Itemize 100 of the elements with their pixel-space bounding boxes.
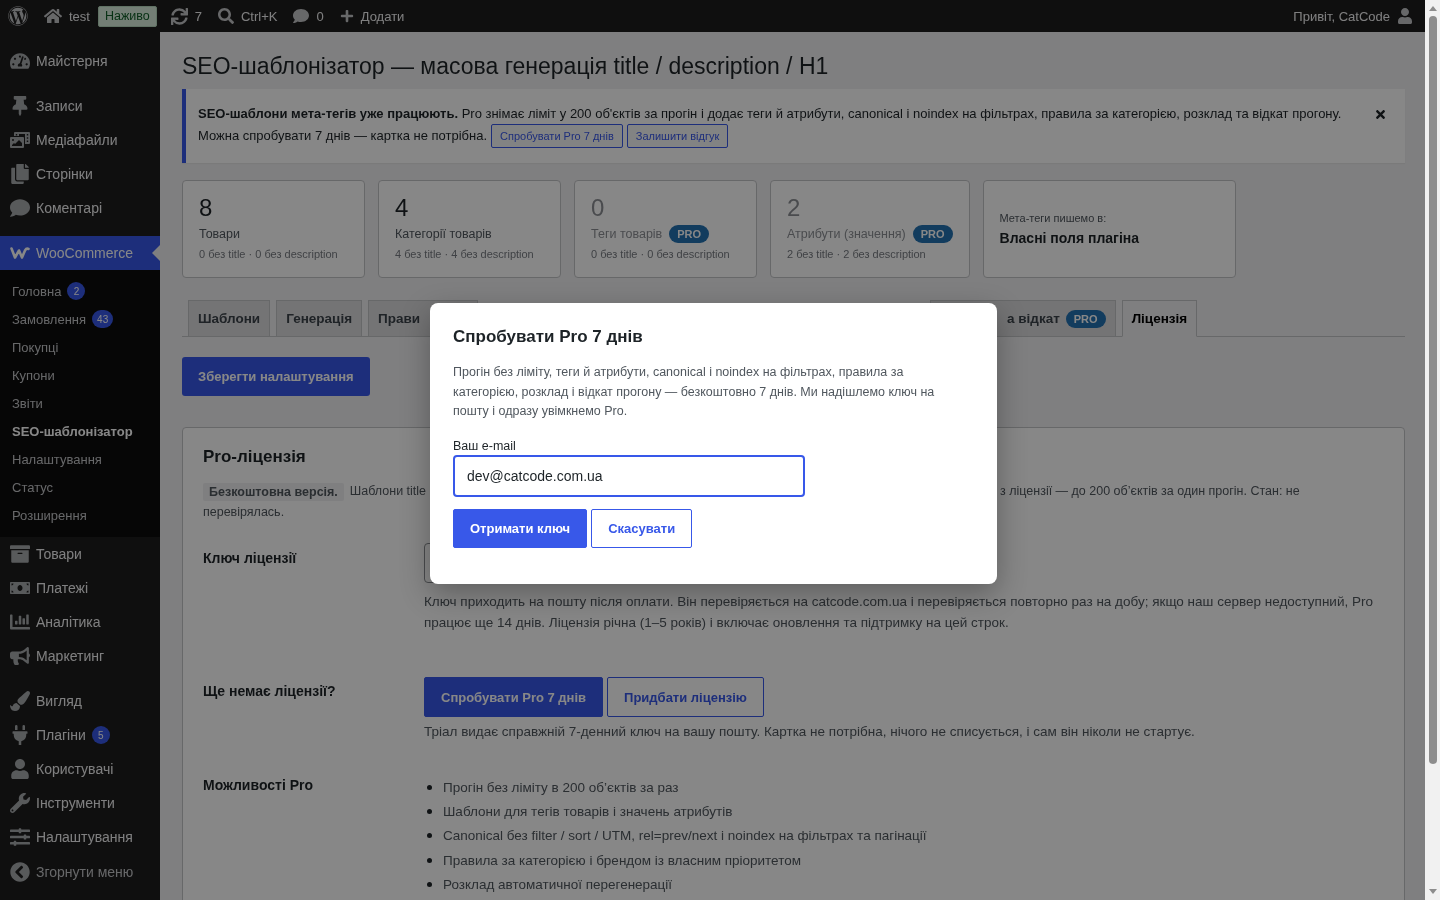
menu-item[interactable]: Інструменти xyxy=(0,786,160,820)
status-text: з ліцензії — до 200 об’єктів за один прогін. Стан: не xyxy=(1000,483,1300,500)
speech-bubble-icon xyxy=(10,198,30,218)
user-icon xyxy=(10,759,30,779)
feature-text: Canonical без filter / sort / UTM, rel=prev/next і noindex на фільтрах та пагінації xyxy=(443,828,927,844)
wrench-icon xyxy=(10,793,30,813)
storage-label: Мета-теги пишемо в: xyxy=(999,212,1107,224)
card-title: Pro-ліцензія xyxy=(203,446,306,468)
menu-item[interactable]: Записи xyxy=(0,89,160,123)
bullet-icon xyxy=(427,833,432,839)
help-text: Ключ приходить на пошту після оплати. Він перевіряється на catcode.com.ua і перевіряється повторно раз на добу; якщо наш сервер недоступний, Pro працює ще 14 днів. Ліцензія річна (1–5 років) і включає оновлення та підтримку на цей строк. xyxy=(424,593,1374,632)
menu-item[interactable]: WooCommerce xyxy=(0,236,160,270)
pro-badge: PRO xyxy=(1065,309,1106,328)
stat-value: 8 xyxy=(199,193,213,223)
plus-icon xyxy=(339,9,354,23)
refresh-icon xyxy=(170,7,188,25)
submenu-item[interactable]: Покупці xyxy=(0,333,160,361)
menu-item[interactable]: Користувачі xyxy=(0,752,160,786)
submenu-item[interactable]: Замовлення 43 xyxy=(0,305,160,333)
notice-hint: Можна спробувати 7 днів — картка не потрібна. xyxy=(198,127,488,145)
save-settings-button[interactable]: Зберегти налаштування xyxy=(182,357,370,396)
submenu-item[interactable]: Головна 2 xyxy=(0,277,160,305)
menu-item[interactable]: Налаштування xyxy=(0,820,160,854)
submenu-item[interactable]: SEO-шаблонізатор xyxy=(0,417,160,445)
feature-text: Розклад автоматичної перегенерації xyxy=(443,876,673,892)
caret-up-icon[interactable] xyxy=(1428,6,1437,11)
feature-text: Шаблони для тегів товарів і значень атрибутів xyxy=(443,803,733,819)
collapse-menu-button[interactable]: Згорнути меню xyxy=(0,855,160,889)
stat-detail: 0 без title · 0 без description xyxy=(591,247,730,262)
close-icon xyxy=(1374,108,1387,121)
page-title: SEO-шаблонізатор — масова генерація title / description / H1 xyxy=(182,52,829,81)
speech-bubble-icon xyxy=(293,8,310,24)
caret-down-icon[interactable] xyxy=(1428,889,1437,894)
close-button[interactable] xyxy=(1374,108,1387,121)
submenu-item[interactable]: Звіти xyxy=(0,389,160,417)
try-pro-button[interactable]: Спробувати Pro 7 днів xyxy=(491,124,623,148)
menu-item[interactable]: Платежі xyxy=(0,571,160,605)
search-icon xyxy=(218,8,234,24)
submenu-item[interactable]: Розширення xyxy=(0,501,160,529)
comments-link[interactable]: 0 xyxy=(285,0,332,32)
stat-detail: 0 без title · 0 без description xyxy=(199,247,338,262)
submenu-item[interactable]: Статус xyxy=(0,473,160,501)
add-new-link[interactable]: Додати xyxy=(331,0,413,32)
logo-icon xyxy=(8,6,28,26)
tab[interactable]: Шаблони xyxy=(188,300,271,337)
try-pro-button[interactable]: Спробувати Pro 7 днів xyxy=(424,677,604,717)
bullet-icon xyxy=(427,881,432,887)
feedback-button[interactable]: Залишити відгук xyxy=(626,124,729,148)
submenu-item[interactable]: Налаштування xyxy=(0,445,160,473)
status-text: перевірялась. xyxy=(203,504,285,521)
stat-label: Товари xyxy=(199,227,240,241)
menu-item[interactable]: Плагіни 5 xyxy=(0,718,160,752)
menu-item[interactable]: Товари xyxy=(0,537,160,571)
submenu-item[interactable]: Купони xyxy=(0,361,160,389)
paintbrush-icon xyxy=(10,691,30,711)
bullet-icon xyxy=(427,857,432,863)
images-icon xyxy=(10,130,30,150)
stat-detail: 2 без title · 2 без description xyxy=(787,247,926,262)
count-badge: 5 xyxy=(91,726,110,744)
feature-text: Прогін без ліміту в 200 об’єктів за раз xyxy=(443,779,679,795)
bullet-icon xyxy=(427,784,432,790)
triangle-icon xyxy=(152,245,160,261)
site-name-link[interactable]: test xyxy=(36,0,98,32)
plug-icon xyxy=(10,725,30,745)
search-link[interactable]: Ctrl+K xyxy=(210,0,286,32)
buy-license-button[interactable]: Придбати ліцензію xyxy=(607,677,764,717)
tab[interactable]: Генерація xyxy=(276,300,362,337)
field-label: Ще немає ліцензії? xyxy=(203,682,336,701)
stat-value: 4 xyxy=(395,193,409,223)
menu-item[interactable]: Вигляд xyxy=(0,684,160,718)
account-link[interactable]: Привіт, CatCode xyxy=(1285,0,1421,32)
pro-badge: PRO xyxy=(912,225,953,243)
stat-label: Теги товарів xyxy=(591,227,663,241)
feature-text: Правила за категорією і брендом із власним пріоритетом xyxy=(443,852,801,868)
field-label: Можливості Pro xyxy=(203,776,313,795)
count-badge: 43 xyxy=(92,310,114,328)
megaphone-icon xyxy=(10,646,30,666)
menu-item[interactable]: Маркетинг xyxy=(0,639,160,673)
menu-item[interactable]: Сторінки xyxy=(0,157,160,191)
field-label: Ваш e-mail xyxy=(453,437,516,455)
menu-item[interactable]: Медіафайли xyxy=(0,123,160,157)
count-badge: 2 xyxy=(67,282,86,300)
tab[interactable]: Ліцензія xyxy=(1121,300,1198,337)
email-field[interactable]: dev@catcode.com.ua xyxy=(453,454,805,497)
cancel-button[interactable]: Скасувати xyxy=(591,508,693,548)
menu-item[interactable]: Аналітика xyxy=(0,605,160,639)
storage-value: Власні поля плагіна xyxy=(999,230,1140,246)
updates-link[interactable]: 7 xyxy=(162,0,210,32)
pro-badge: PRO xyxy=(669,225,710,243)
status-badge: Наживо xyxy=(97,5,157,27)
menu-item[interactable]: Коментарі xyxy=(0,191,160,225)
modal-text: Прогін без ліміту, теги й атрибути, canonical і noindex на фільтрах, правила за категорією, розклад і відкат прогону — безкоштовно 7 днів. Ми надішлемо ключ на пошту і одразу увімкнемо Pro. xyxy=(453,364,936,420)
scroll-thumb[interactable] xyxy=(1428,16,1437,764)
status-badge: Безкоштовна версія. xyxy=(203,482,344,501)
menu-item[interactable]: Майстерня xyxy=(0,44,160,78)
stat-value: 0 xyxy=(591,193,605,223)
get-key-button[interactable]: Отримати ключ xyxy=(453,508,588,548)
bullet-icon xyxy=(427,808,432,814)
user-icon xyxy=(1397,8,1413,24)
stat-detail: 4 без title · 4 без description xyxy=(395,247,534,262)
